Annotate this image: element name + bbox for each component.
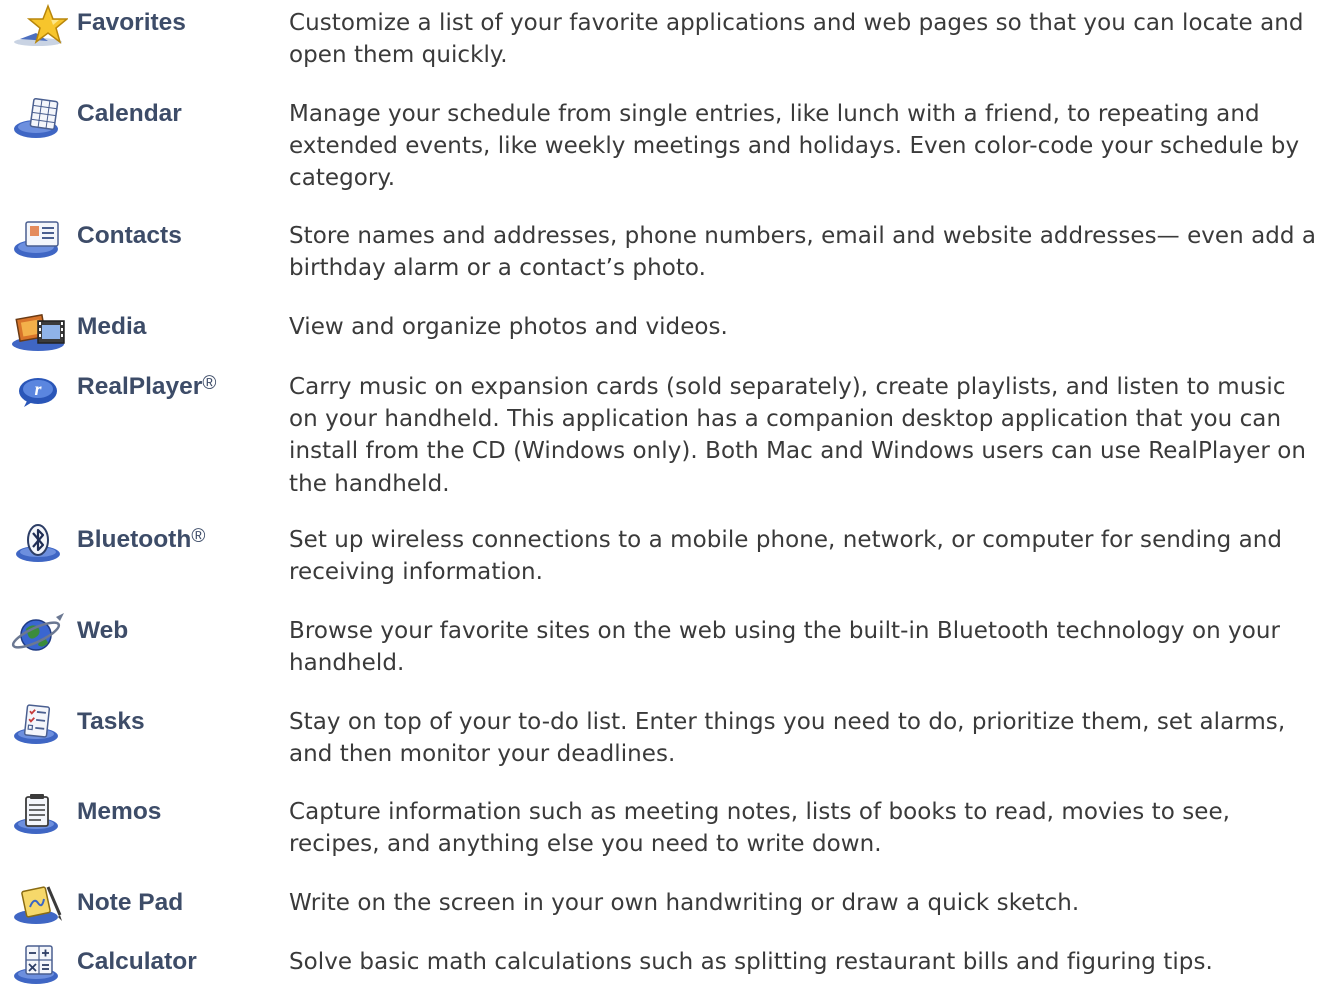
app-name: Calculator <box>77 948 197 975</box>
realplayer-icon: r <box>8 365 68 409</box>
app-name: Web <box>77 617 129 644</box>
web-globe-icon <box>8 611 68 655</box>
app-name: Bluetooth® <box>77 526 206 553</box>
media-icon <box>8 309 68 353</box>
app-description: Capture information such as meeting note… <box>289 799 1231 858</box>
app-name: Memos <box>77 798 162 825</box>
app-description: View and organize photos and videos. <box>289 314 728 340</box>
app-description: Store names and addresses, phone numbers… <box>289 223 1317 282</box>
app-name: Media <box>77 313 147 340</box>
app-name: Calendar <box>77 100 182 127</box>
contacts-icon <box>8 216 68 260</box>
app-name: RealPlayer® <box>77 373 217 400</box>
app-name: Note Pad <box>77 889 184 916</box>
calculator-icon <box>8 942 68 986</box>
app-name: Tasks <box>77 708 145 735</box>
svg-text:r: r <box>34 379 42 399</box>
note-pad-icon <box>8 881 68 925</box>
app-name: Contacts <box>77 222 182 249</box>
app-description: Customize a list of your favorite applic… <box>289 10 1304 69</box>
app-name: Favorites <box>77 9 186 36</box>
app-description: Stay on top of your to-do list. Enter th… <box>289 709 1286 768</box>
app-description: Carry music on expansion cards (sold sep… <box>289 374 1306 497</box>
tasks-checklist-icon <box>8 702 68 746</box>
app-description: Manage your schedule from single entries… <box>289 101 1300 192</box>
app-description: Browse your favorite sites on the web us… <box>289 618 1280 677</box>
calendar-icon <box>8 96 68 140</box>
app-description: Solve basic math calculations such as sp… <box>289 949 1213 975</box>
memos-notepad-icon <box>8 792 68 836</box>
star-icon <box>8 3 68 47</box>
app-description: Set up wireless connections to a mobile … <box>289 527 1283 586</box>
bluetooth-icon <box>8 520 68 564</box>
app-description: Write on the screen in your own handwrit… <box>289 890 1080 916</box>
